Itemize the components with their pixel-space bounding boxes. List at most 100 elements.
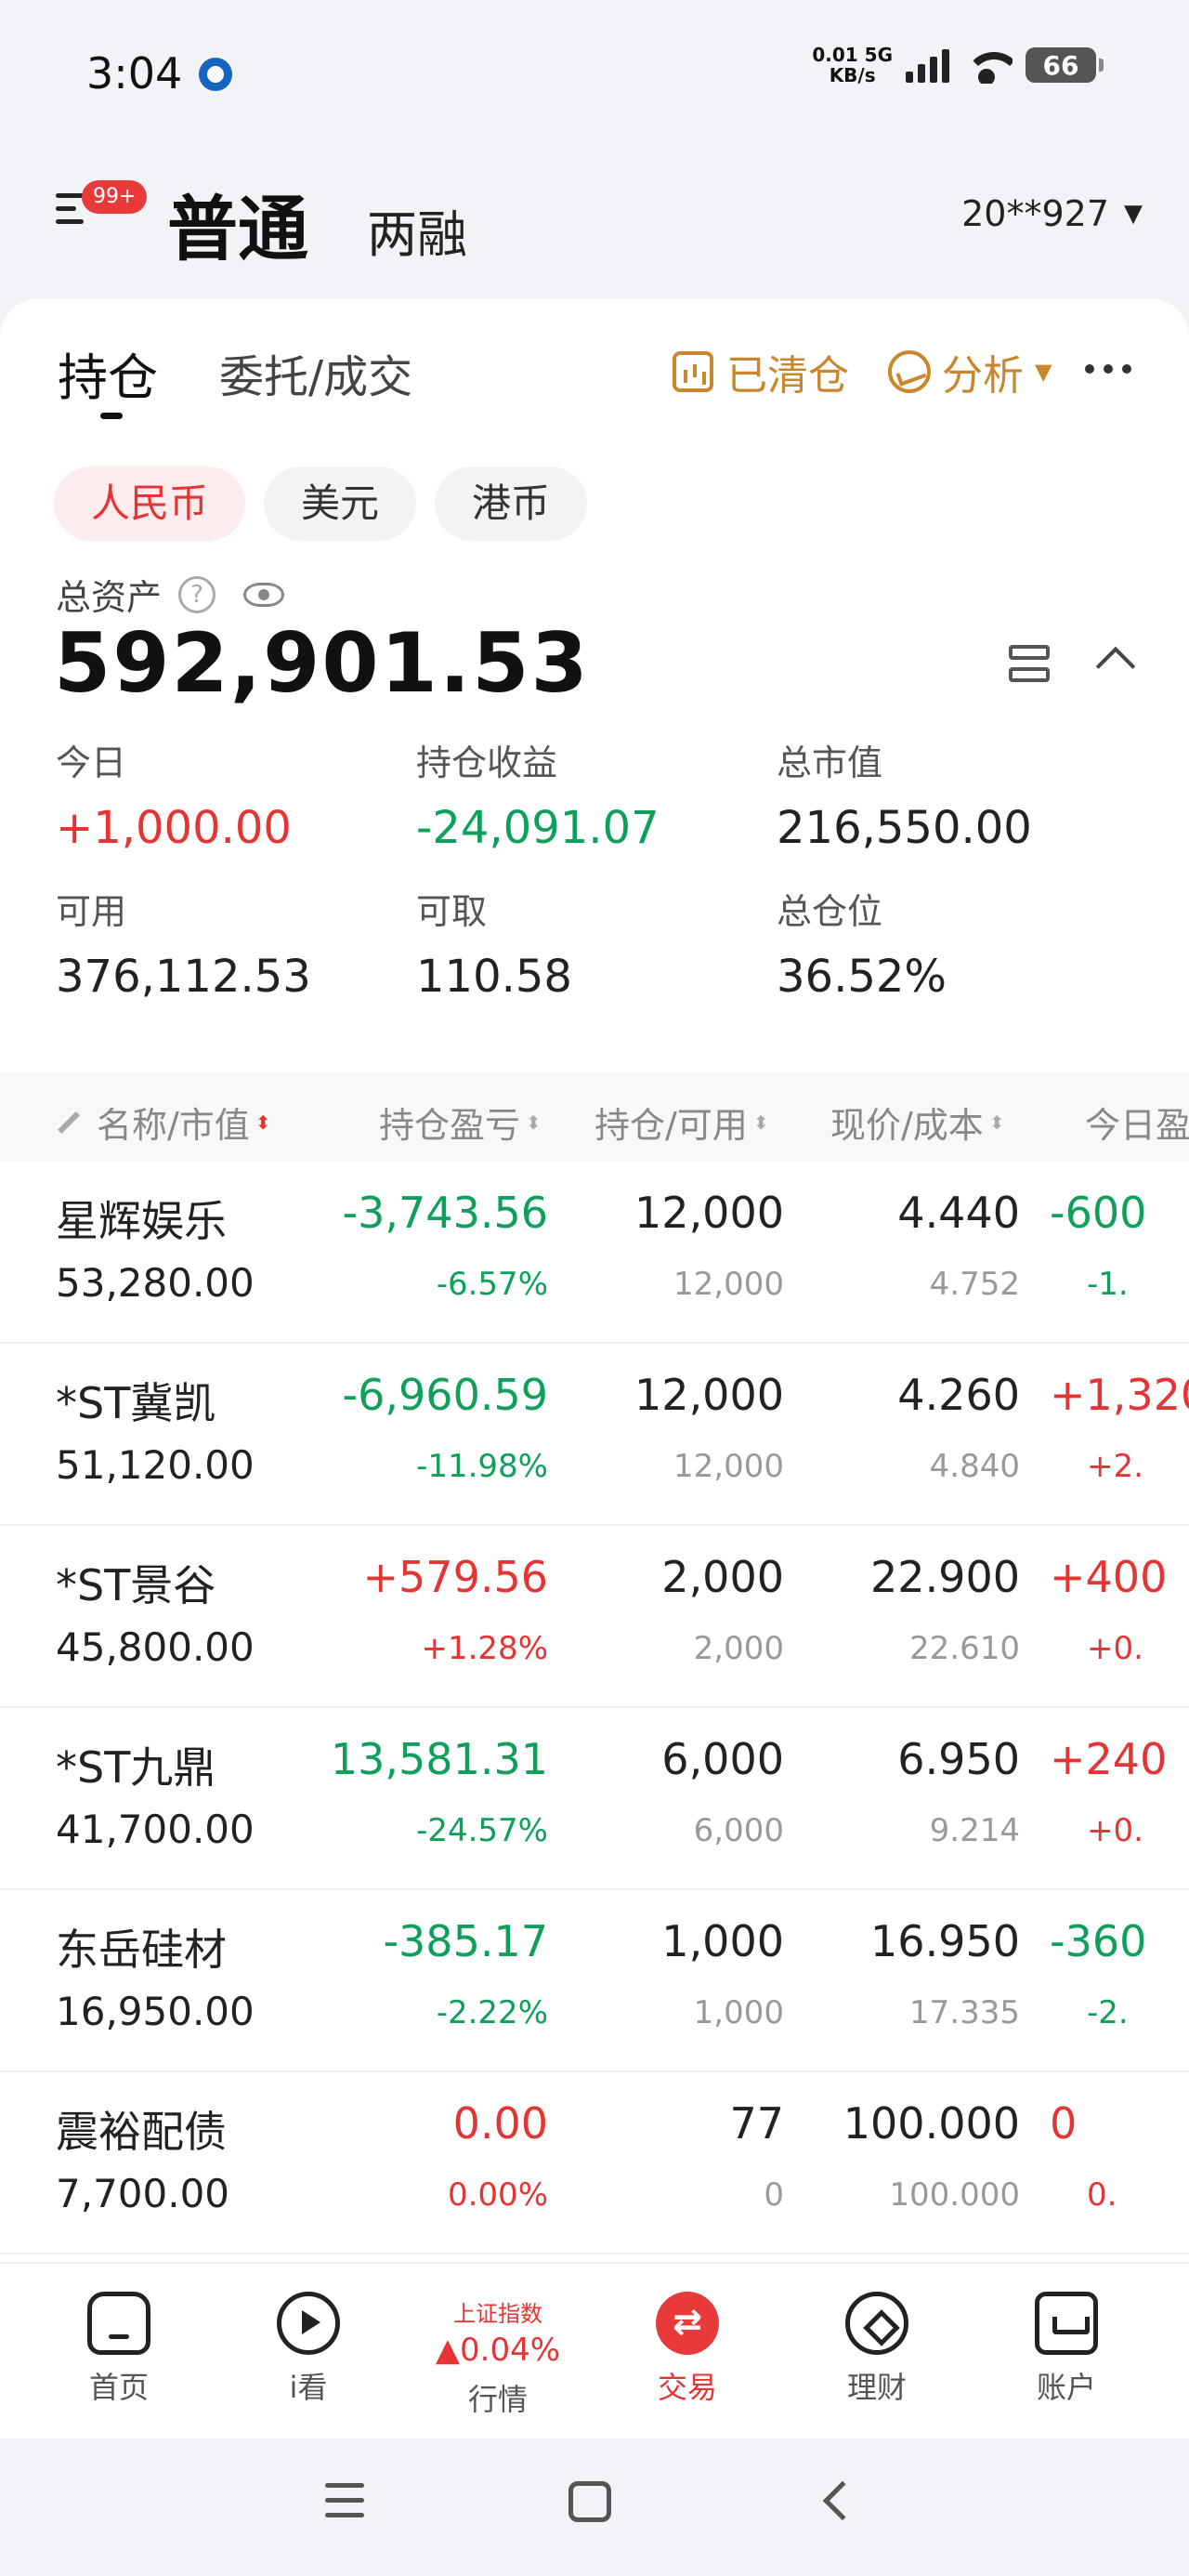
tab-positions[interactable]: 持仓 bbox=[58, 336, 158, 410]
stock-name: *ST九鼎 bbox=[56, 1742, 216, 1793]
position-qty: 1,000 bbox=[661, 1916, 784, 1966]
available-qty: 2,000 bbox=[693, 1630, 784, 1667]
header-label: 持仓盈亏 bbox=[379, 1105, 521, 1146]
current-price: 4.440 bbox=[897, 1188, 1020, 1238]
edit-icon[interactable] bbox=[57, 1111, 81, 1134]
today-pl-pct: -2. bbox=[1087, 1994, 1129, 2031]
collapse-icon[interactable] bbox=[1095, 646, 1136, 687]
system-home-icon[interactable] bbox=[568, 2481, 611, 2522]
today-pl: +1,320 bbox=[1050, 1370, 1189, 1420]
currency-cny[interactable]: 人民币 bbox=[54, 467, 246, 541]
stat-value: +1,000.00 bbox=[56, 802, 292, 854]
cost-price: 22.610 bbox=[909, 1630, 1020, 1667]
position-pl: +579.56 bbox=[362, 1552, 549, 1602]
cleared-positions-button[interactable]: 已清仓 bbox=[673, 342, 849, 401]
cost-price: 100.000 bbox=[889, 2176, 1020, 2214]
index-change: ▲0.04% bbox=[435, 2332, 561, 2369]
stat-label: 今日 bbox=[56, 743, 127, 783]
stock-name: *ST冀凯 bbox=[56, 1378, 216, 1428]
nav-home[interactable]: 首页 bbox=[45, 2292, 193, 2407]
bottom-nav: 首页 i看 上证指数 ▲0.04% 行情 交易 理财 账户 bbox=[0, 2262, 1189, 2438]
account-selector[interactable]: 20**927 ▼ bbox=[961, 193, 1143, 234]
net-speed-unit: KB/s bbox=[829, 64, 876, 86]
table-row[interactable]: *ST景谷 45,800.00 +579.56 +1.28% 2,000 2,000 22.… bbox=[0, 1526, 1189, 1708]
header-today[interactable]: 今日盈 bbox=[1085, 1097, 1189, 1148]
current-price: 4.260 bbox=[897, 1370, 1020, 1420]
cost-price: 9.214 bbox=[929, 1812, 1020, 1849]
position-pl-pct: 0.00% bbox=[447, 2176, 548, 2214]
header-name-value[interactable]: 名称/市值 ⬍ bbox=[56, 1097, 271, 1148]
stat-label: 总市值 bbox=[777, 743, 883, 783]
sort-icon: ⬍ bbox=[988, 1111, 1005, 1134]
nav-label: i看 bbox=[289, 2370, 328, 2405]
nav-watch[interactable]: i看 bbox=[234, 2292, 383, 2407]
stat-position-pl: 持仓收益 -24,091.07 bbox=[416, 734, 769, 854]
tab-orders[interactable]: 委托/成交 bbox=[219, 340, 412, 405]
nav-market[interactable]: 上证指数 ▲0.04% 行情 bbox=[424, 2293, 572, 2419]
help-icon[interactable]: ? bbox=[178, 575, 216, 613]
play-icon bbox=[277, 2292, 340, 2355]
stat-label: 可用 bbox=[56, 891, 127, 932]
nav-trade[interactable]: 交易 bbox=[613, 2292, 762, 2407]
position-pl: 0.00 bbox=[452, 2098, 548, 2149]
subtab-bar: 持仓 委托/成交 已清仓 分析 ▼ bbox=[0, 336, 1189, 419]
signal-icon bbox=[906, 47, 949, 83]
header-price[interactable]: 现价/成本 ⬍ bbox=[830, 1097, 1005, 1148]
nav-account[interactable]: 账户 bbox=[992, 2292, 1141, 2407]
position-pl-pct: -11.98% bbox=[416, 1448, 548, 1485]
header-label: 名称/市值 bbox=[97, 1105, 250, 1146]
tab-margin-account[interactable]: 两融 bbox=[367, 193, 467, 267]
wealth-icon bbox=[845, 2292, 908, 2355]
more-icon[interactable] bbox=[1085, 364, 1131, 374]
status-indicators: 0.01 5G KB/s 66 bbox=[812, 45, 1104, 86]
header-pl[interactable]: 持仓盈亏 ⬍ bbox=[379, 1097, 542, 1148]
table-row[interactable]: *ST九鼎 41,700.00 13,581.31 -24.57% 6,000 6,000… bbox=[0, 1708, 1189, 1890]
battery-icon: 66 bbox=[1026, 47, 1104, 83]
position-qty: 6,000 bbox=[661, 1734, 784, 1784]
stat-today: 今日 +1,000.00 bbox=[56, 734, 409, 854]
position-pl-pct: -6.57% bbox=[436, 1266, 548, 1303]
eye-icon[interactable] bbox=[243, 582, 285, 607]
current-price: 100.000 bbox=[843, 2098, 1020, 2149]
tab-normal-account[interactable]: 普通 bbox=[167, 172, 308, 274]
table-row[interactable]: 东岳硅材 16,950.00 -385.17 -2.22% 1,000 1,000 16.9… bbox=[0, 1890, 1189, 2072]
today-pl: 0 bbox=[1050, 2098, 1078, 2149]
stat-available: 可用 376,112.53 bbox=[56, 883, 409, 1003]
nav-label: 首页 bbox=[88, 2370, 149, 2405]
caret-down-icon: ▼ bbox=[1124, 200, 1143, 228]
recent-apps-icon[interactable] bbox=[325, 2483, 364, 2520]
back-icon[interactable] bbox=[822, 2480, 863, 2521]
current-price: 6.950 bbox=[897, 1734, 1020, 1784]
today-pl-pct: +0. bbox=[1087, 1812, 1143, 1849]
position-pl-pct: +1.28% bbox=[421, 1630, 549, 1667]
market-value: 53,280.00 bbox=[56, 1260, 255, 1306]
nav-wealth[interactable]: 理财 bbox=[803, 2292, 951, 2407]
analysis-button[interactable]: 分析 ▼ bbox=[888, 342, 1052, 401]
today-pl: +240 bbox=[1050, 1734, 1168, 1784]
trade-icon bbox=[656, 2292, 719, 2355]
stock-name: 星辉娱乐 bbox=[56, 1196, 227, 1246]
currency-hkd[interactable]: 港币 bbox=[435, 467, 588, 541]
notification-badge: 99+ bbox=[82, 180, 148, 214]
market-value: 41,700.00 bbox=[56, 1807, 255, 1852]
table-row[interactable]: 星辉娱乐 53,280.00 -3,743.56 -6.57% 12,000 12,000… bbox=[0, 1162, 1189, 1344]
currency-usd[interactable]: 美元 bbox=[264, 467, 417, 541]
today-pl-pct: -1. bbox=[1087, 1266, 1129, 1303]
today-pl-pct: +2. bbox=[1087, 1448, 1143, 1485]
header-qty[interactable]: 持仓/可用 ⬍ bbox=[594, 1097, 769, 1148]
analysis-icon bbox=[888, 350, 931, 393]
stat-label: 持仓收益 bbox=[416, 743, 558, 783]
stat-withdrawable: 可取 110.58 bbox=[416, 883, 769, 1003]
app-logo-icon bbox=[199, 58, 232, 91]
current-price: 16.950 bbox=[870, 1916, 1020, 1966]
table-row[interactable]: 震裕配债 7,700.00 0.00 0.00% 77 0 100.000 100.000 0 0… bbox=[0, 2072, 1189, 2254]
stock-name: 东岳硅材 bbox=[56, 1925, 227, 1975]
layout-icon[interactable] bbox=[1009, 645, 1050, 684]
table-row[interactable]: *ST冀凯 51,120.00 -6,960.59 -11.98% 12,000 12,0… bbox=[0, 1344, 1189, 1526]
currency-switcher: 人民币 美元 港币 bbox=[54, 467, 588, 541]
stat-value: -24,091.07 bbox=[416, 802, 660, 854]
stat-value: 216,550.00 bbox=[777, 802, 1032, 854]
cost-price: 4.752 bbox=[929, 1266, 1020, 1303]
position-pl: -6,960.59 bbox=[342, 1370, 548, 1420]
header-label: 现价/成本 bbox=[830, 1105, 984, 1146]
